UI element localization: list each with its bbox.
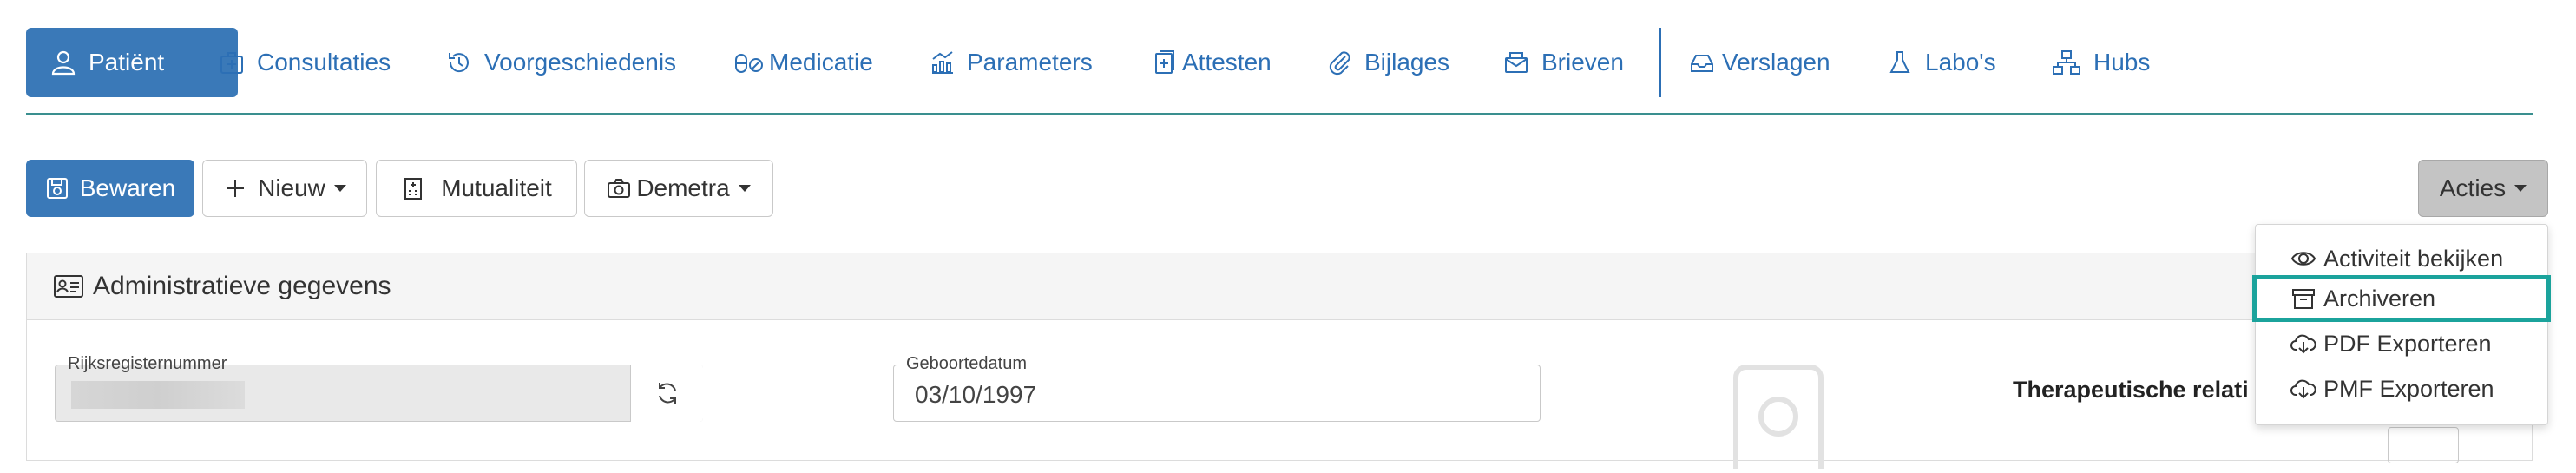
tab-label: Consultaties: [257, 49, 391, 76]
main-tabs: Patiënt Consultaties Voorgeschiedenis Me…: [26, 28, 2533, 115]
new-label: Nieuw: [258, 174, 325, 201]
new-dropdown-button[interactable]: Nieuw: [202, 160, 367, 217]
menu-item-pmf-exporteren[interactable]: PMF Exporteren: [2256, 367, 2547, 411]
demetra-dropdown-button[interactable]: Demetra: [584, 160, 773, 217]
tab-label: Parameters: [967, 49, 1093, 76]
save-button[interactable]: Bewaren: [26, 160, 194, 217]
menu-item-archiveren[interactable]: Archiveren: [2252, 275, 2551, 322]
mail-icon: [1503, 49, 1529, 76]
tab-labos[interactable]: Labo's: [1887, 28, 1996, 97]
network-icon: [2052, 49, 2081, 76]
tab-patient[interactable]: Patiënt: [26, 28, 238, 97]
tab-medicatie[interactable]: Medicatie: [734, 28, 873, 97]
tab-attesten[interactable]: Attesten: [1153, 28, 1272, 97]
tab-voorgeschiedenis[interactable]: Voorgeschiedenis: [446, 28, 676, 97]
archive-icon: [2290, 287, 2316, 310]
card-header: Administratieve gegevens: [27, 253, 2532, 320]
administrative-card: Administratieve gegevens Rijksregisternu…: [26, 253, 2533, 473]
plus-icon: [223, 176, 247, 200]
tab-label: Patiënt: [89, 49, 165, 76]
rijksregister-label: Rijksregisternummer: [68, 354, 227, 373]
tab-label: Bijlages: [1364, 49, 1450, 76]
chevron-down-icon: [2514, 185, 2527, 192]
tab-label: Hubs: [2093, 49, 2151, 76]
menu-item-label: Activiteit bekijken: [2323, 245, 2504, 272]
tab-label: Medicatie: [769, 49, 873, 76]
save-label: Bewaren: [79, 174, 176, 201]
photo-placeholder-icon: [1733, 365, 1824, 473]
paperclip-icon: [1326, 49, 1352, 76]
eye-icon: [2290, 247, 2316, 270]
demetra-label: Demetra: [636, 174, 730, 201]
flask-icon: [1887, 49, 1913, 76]
cloud-download-icon: [2290, 378, 2316, 400]
tab-separator: [1659, 28, 1661, 97]
camera-icon: [607, 176, 631, 200]
chart-icon: [929, 49, 955, 76]
mutualiteit-button[interactable]: Mutualiteit: [376, 160, 577, 217]
chevron-down-icon: [738, 185, 751, 192]
tab-consultaties[interactable]: Consultaties: [219, 28, 391, 97]
geboortedatum-label: Geboortedatum: [903, 353, 1030, 374]
pills-icon: [734, 49, 764, 76]
menu-item-label: PMF Exporteren: [2323, 375, 2494, 402]
document-plus-icon: [1153, 49, 1179, 76]
menu-item-label: PDF Exporteren: [2323, 330, 2492, 357]
tab-label: Labo's: [1925, 49, 1996, 76]
therapeutic-control[interactable]: [2388, 427, 2459, 463]
menu-item-activiteit-bekijken[interactable]: Activiteit bekijken: [2256, 237, 2547, 280]
refresh-button[interactable]: [630, 364, 703, 422]
hospital-icon: [401, 176, 425, 200]
geboortedatum-value: 03/10/1997: [915, 381, 1037, 408]
tab-brieven[interactable]: Brieven: [1503, 28, 1624, 97]
acties-dropdown-button[interactable]: Acties: [2418, 160, 2548, 217]
id-card-icon: [53, 274, 84, 299]
history-icon: [446, 49, 472, 76]
medical-bag-icon: [219, 49, 245, 76]
cloud-download-icon: [2290, 332, 2316, 355]
menu-item-pdf-exporteren[interactable]: PDF Exporteren: [2256, 322, 2547, 365]
tab-label: Brieven: [1541, 49, 1624, 76]
tab-label: Verslagen: [1722, 49, 1830, 76]
card-title: Administratieve gegevens: [93, 272, 391, 300]
menu-item-label: Archiveren: [2323, 285, 2436, 312]
mutualiteit-label: Mutualiteit: [441, 174, 552, 201]
inbox-icon: [1689, 49, 1715, 76]
tab-label: Attesten: [1182, 49, 1272, 76]
tab-parameters[interactable]: Parameters: [929, 28, 1093, 97]
user-icon: [50, 49, 76, 76]
acties-menu: Activiteit bekijken Archiveren PDF Expor…: [2252, 224, 2551, 425]
chevron-down-icon: [333, 185, 346, 192]
therapeutic-relation-label: Therapeutische relati: [2013, 377, 2249, 403]
tab-hubs[interactable]: Hubs: [2052, 28, 2150, 97]
floppy-disk-icon: [45, 176, 69, 200]
rijksregister-field[interactable]: Rijksregisternummer: [55, 354, 703, 422]
redacted-value: [71, 381, 245, 409]
tab-bijlages[interactable]: Bijlages: [1326, 28, 1449, 97]
tab-verslagen[interactable]: Verslagen: [1689, 28, 1830, 97]
tab-label: Voorgeschiedenis: [484, 49, 677, 76]
acties-label: Acties: [2439, 174, 2507, 201]
refresh-icon: [658, 382, 676, 404]
geboortedatum-field[interactable]: Geboortedatum 03/10/1997: [893, 353, 1541, 422]
